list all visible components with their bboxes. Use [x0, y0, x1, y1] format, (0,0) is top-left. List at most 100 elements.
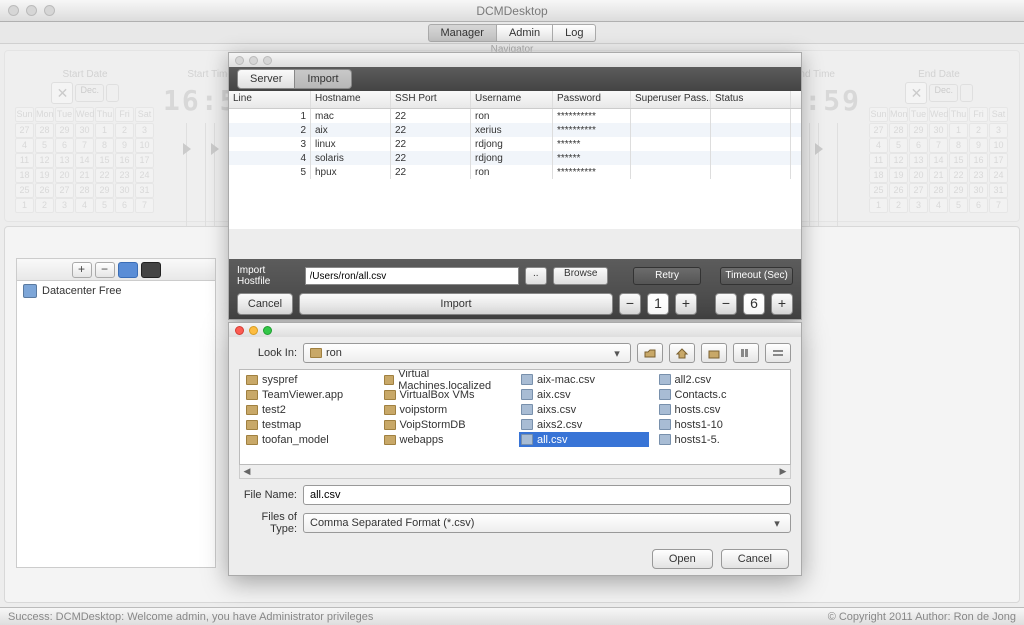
- import-min-icon[interactable]: [249, 56, 258, 65]
- tab-log[interactable]: Log: [553, 24, 596, 42]
- list-item[interactable]: Contacts.c: [657, 387, 787, 402]
- table-row[interactable]: 1mac22ron**********: [229, 109, 801, 123]
- year-select[interactable]: [106, 84, 119, 102]
- close-icon[interactable]: [8, 5, 19, 16]
- table-row[interactable]: 4solaris22rdjong******: [229, 151, 801, 165]
- lookin-select[interactable]: ron ▾: [303, 343, 631, 363]
- list-item[interactable]: hosts1-10: [657, 417, 787, 432]
- list-item[interactable]: aix.csv: [519, 387, 649, 402]
- list-view-button[interactable]: [733, 343, 759, 363]
- filename-row: File Name:: [229, 479, 801, 511]
- zoom-icon[interactable]: [44, 5, 55, 16]
- list-item[interactable]: webapps: [382, 432, 512, 447]
- main-menubar: Manager Admin Log: [0, 22, 1024, 44]
- tree-view2-button[interactable]: [141, 262, 161, 278]
- tree-root-item[interactable]: Datacenter Free: [17, 281, 215, 301]
- clear-end-date-button[interactable]: ✕: [905, 82, 927, 104]
- file-icon: [521, 434, 533, 445]
- timeout-minus-button[interactable]: −: [715, 293, 737, 315]
- file-list-scrollbar[interactable]: ◀▶: [239, 465, 791, 479]
- tab-manager[interactable]: Manager: [428, 24, 497, 42]
- detail-view-button[interactable]: [765, 343, 791, 363]
- hour-slider[interactable]: [186, 123, 206, 243]
- minimize-icon[interactable]: [26, 5, 37, 16]
- import-bottom-bar: Import Hostfile .. Browse Retry Timeout …: [229, 259, 801, 319]
- hostfile-input[interactable]: [305, 267, 519, 285]
- app-title: DCMDesktop: [476, 4, 547, 18]
- folder-icon: [384, 375, 395, 385]
- list-item[interactable]: hosts1-5.: [657, 432, 787, 447]
- list-item[interactable]: voipstorm: [382, 402, 512, 417]
- retry-plus-button[interactable]: +: [675, 293, 697, 315]
- list-item[interactable]: aix-mac.csv: [519, 372, 649, 387]
- month-select[interactable]: Dec.: [75, 84, 104, 102]
- home-button[interactable]: [669, 343, 695, 363]
- filename-input[interactable]: [303, 485, 791, 505]
- col-status[interactable]: Status: [711, 91, 791, 108]
- retry-button[interactable]: Retry: [633, 267, 700, 285]
- file-icon: [659, 419, 671, 430]
- start-date-panel: Start Date ✕Dec. SunMonTueWedThuFriSat 2…: [15, 69, 155, 213]
- col-password[interactable]: Password: [553, 91, 631, 108]
- file-close-icon[interactable]: [235, 326, 244, 335]
- file-min-icon[interactable]: [249, 326, 258, 335]
- col-hostname[interactable]: Hostname: [311, 91, 391, 108]
- list-item[interactable]: all.csv: [519, 432, 649, 447]
- folder-icon: [384, 420, 396, 430]
- chevron-down-icon: ▾: [770, 517, 784, 530]
- folder-icon: [246, 405, 258, 415]
- import-close-icon[interactable]: [235, 56, 244, 65]
- table-row[interactable]: 3linux22rdjong******: [229, 137, 801, 151]
- file-cancel-button[interactable]: Cancel: [721, 549, 789, 569]
- col-username[interactable]: Username: [471, 91, 553, 108]
- open-button[interactable]: Open: [652, 549, 713, 569]
- file-titlebar: [229, 323, 801, 337]
- folder-icon: [246, 390, 258, 400]
- list-item[interactable]: Virtual Machines.localized: [382, 372, 512, 387]
- file-icon: [659, 374, 671, 385]
- main-titlebar: DCMDesktop: [0, 0, 1024, 22]
- import-zoom-icon[interactable]: [263, 56, 272, 65]
- new-folder-button[interactable]: [701, 343, 727, 363]
- hostfile-label: Import Hostfile: [237, 265, 299, 287]
- import-button[interactable]: Import: [299, 293, 613, 315]
- tab-admin[interactable]: Admin: [497, 24, 553, 42]
- list-item[interactable]: all2.csv: [657, 372, 787, 387]
- table-row[interactable]: 5hpux22ron**********: [229, 165, 801, 179]
- end-year-select[interactable]: [960, 84, 973, 102]
- end-minute-slider[interactable]: [818, 123, 838, 243]
- tree-add-button[interactable]: +: [72, 262, 92, 278]
- list-item[interactable]: testmap: [244, 417, 374, 432]
- end-month-select[interactable]: Dec.: [929, 84, 958, 102]
- folder-icon: [384, 390, 396, 400]
- list-item[interactable]: toofan_model: [244, 432, 374, 447]
- list-item[interactable]: VoipStormDB: [382, 417, 512, 432]
- list-item[interactable]: aixs2.csv: [519, 417, 649, 432]
- up-folder-button[interactable]: [637, 343, 663, 363]
- timeout-plus-button[interactable]: +: [771, 293, 793, 315]
- table-row[interactable]: 2aix22xerius**********: [229, 123, 801, 137]
- filetype-select[interactable]: Comma Separated Format (*.csv) ▾: [303, 513, 791, 533]
- tree-view1-button[interactable]: [118, 262, 138, 278]
- file-list[interactable]: sysprefTeamViewer.apptest2testmaptoofan_…: [239, 369, 791, 465]
- retry-minus-button[interactable]: −: [619, 293, 641, 315]
- list-item[interactable]: hosts.csv: [657, 402, 787, 417]
- tree-toolbar: + −: [17, 259, 215, 281]
- dots-button[interactable]: ..: [525, 267, 548, 285]
- list-item[interactable]: syspref: [244, 372, 374, 387]
- list-item[interactable]: test2: [244, 402, 374, 417]
- tree-remove-button[interactable]: −: [95, 262, 115, 278]
- col-sshport[interactable]: SSH Port: [391, 91, 471, 108]
- list-item[interactable]: aixs.csv: [519, 402, 649, 417]
- browse-button[interactable]: Browse: [553, 267, 608, 285]
- import-titlebar: [229, 53, 801, 67]
- clear-date-button[interactable]: ✕: [51, 82, 73, 104]
- timeout-button[interactable]: Timeout (Sec): [720, 267, 793, 285]
- tab-server[interactable]: Server: [237, 69, 295, 89]
- col-superpass[interactable]: Superuser Pass...: [631, 91, 711, 108]
- tab-import[interactable]: Import: [295, 69, 351, 89]
- col-line[interactable]: Line: [229, 91, 311, 108]
- file-zoom-icon[interactable]: [263, 326, 272, 335]
- list-item[interactable]: TeamViewer.app: [244, 387, 374, 402]
- cancel-button[interactable]: Cancel: [237, 293, 293, 315]
